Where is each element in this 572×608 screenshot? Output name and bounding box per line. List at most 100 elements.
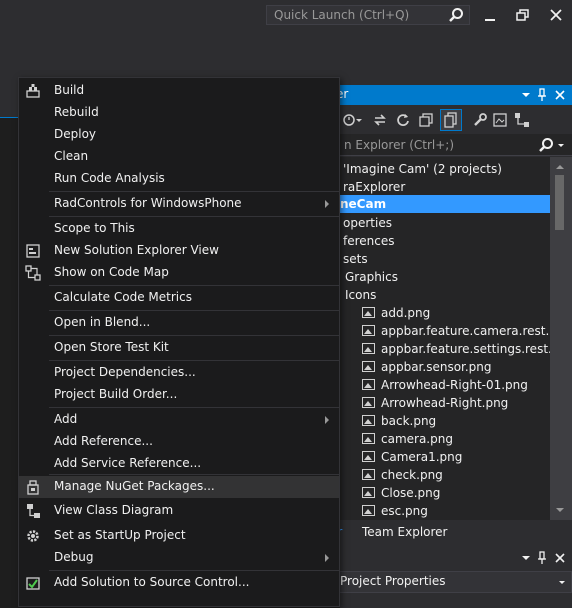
solution-explorer-header: er	[330, 85, 572, 105]
tree-item[interactable]: Arrowhead-Right.png	[330, 394, 550, 412]
tree-item[interactable]: sets	[330, 250, 550, 268]
menu-item-label: Deploy	[54, 127, 97, 141]
menu-item-add-reference[interactable]: Add Reference...	[19, 431, 339, 453]
tree-item-label: esc.png	[381, 504, 428, 518]
menu-separator	[49, 360, 339, 361]
quick-launch-input[interactable]: Quick Launch (Ctrl+Q)	[266, 5, 470, 25]
properties-wrench-icon[interactable]	[472, 112, 488, 128]
solution-explorer-toolbar	[330, 106, 572, 134]
tree-item[interactable]: back.png	[330, 412, 550, 430]
menu-item-view-class-diagram[interactable]: View Class Diagram	[19, 500, 339, 522]
menu-item-rebuild[interactable]: Rebuild	[19, 102, 339, 124]
properties-object-selector[interactable]: Project Properties	[330, 571, 572, 593]
tree-item[interactable]: operties	[330, 214, 550, 232]
tree-item[interactable]: Arrowhead-Right-01.png	[330, 376, 550, 394]
tab-team-explorer[interactable]: Team Explorer	[362, 521, 448, 543]
menu-item-add-solution-to-source-control[interactable]: Add Solution to Source Control...	[19, 572, 339, 594]
tree-item[interactable]: add.png	[330, 304, 550, 322]
menu-item-project-dependencies[interactable]: Project Dependencies...	[19, 362, 339, 384]
menu-item-calculate-code-metrics[interactable]: Calculate Code Metrics	[19, 287, 339, 309]
menu-item-new-solution-explorer-view[interactable]: New Solution Explorer View	[19, 240, 339, 262]
tree-item[interactable]: ferences	[330, 232, 550, 250]
menu-item-open-in-blend[interactable]: Open in Blend...	[19, 312, 339, 334]
tree-item-label: appbar.sensor.png	[381, 360, 492, 374]
code-map-icon	[25, 265, 41, 281]
menu-item-debug[interactable]: Debug	[19, 547, 339, 569]
tree-item[interactable]: appbar.feature.settings.rest.png	[330, 340, 550, 358]
minimize-icon[interactable]	[475, 2, 505, 28]
preview-icon[interactable]	[492, 112, 508, 128]
pin-icon[interactable]	[534, 87, 550, 103]
menu-item-show-on-code-map[interactable]: Show on Code Map	[19, 262, 339, 284]
tree-item-label: Camera1.png	[381, 450, 463, 464]
collapse-all-icon[interactable]	[418, 112, 434, 128]
menu-item-label: New Solution Explorer View	[54, 243, 219, 257]
tree-item-selected[interactable]: neCam	[330, 195, 550, 213]
tree-item[interactable]: 'Imagine Cam' (2 projects)	[330, 160, 550, 178]
properties-header	[330, 548, 572, 568]
solution-explorer-search[interactable]: n Explorer (Ctrl+;)	[330, 134, 572, 156]
tree-item[interactable]: Close.png	[330, 484, 550, 502]
restore-icon[interactable]	[508, 2, 538, 28]
tree-item-label: ferences	[343, 234, 395, 248]
dropdown-icon[interactable]	[518, 87, 534, 103]
tree-item[interactable]: appbar.feature.camera.rest.png	[330, 322, 550, 340]
show-all-files-icon[interactable]	[440, 109, 462, 131]
vertical-scrollbar[interactable]	[550, 157, 572, 520]
tree-item[interactable]: camera.png	[330, 430, 550, 448]
scroll-up-icon[interactable]	[555, 162, 565, 172]
menu-item-label: Add Reference...	[54, 434, 153, 448]
menu-item-project-build-order[interactable]: Project Build Order...	[19, 384, 339, 406]
class-view-icon[interactable]	[514, 112, 530, 128]
menu-item-add[interactable]: Add	[19, 409, 339, 431]
submenu-arrow-icon	[325, 554, 329, 562]
search-icon[interactable]	[448, 7, 464, 23]
menu-item-manage-nuget-packages[interactable]: Manage NuGet Packages...	[19, 476, 339, 498]
menu-item-label: Set as StartUp Project	[54, 528, 186, 542]
chevron-down-icon[interactable]	[355, 112, 363, 128]
tree-item-label: camera.png	[381, 432, 453, 446]
scrollbar-thumb[interactable]	[555, 175, 564, 230]
tree-item[interactable]: raExplorer	[330, 178, 550, 196]
tree-item-label: Close.png	[381, 486, 441, 500]
tree-item[interactable]: Graphics	[330, 268, 550, 286]
tree-item[interactable]: Camera1.png	[330, 448, 550, 466]
menu-item-scope-to-this[interactable]: Scope to This	[19, 218, 339, 240]
menu-separator	[49, 407, 339, 408]
history-icon[interactable]	[340, 112, 356, 128]
tree-item-label: add.png	[381, 306, 431, 320]
menu-item-build[interactable]: Build	[19, 80, 339, 102]
menu-item-radcontrols-for-windowsphone[interactable]: RadControls for WindowsPhone	[19, 193, 339, 215]
menu-item-set-as-startup-project[interactable]: Set as StartUp Project	[19, 525, 339, 547]
menu-item-label: Run Code Analysis	[54, 171, 165, 185]
sync-icon[interactable]	[372, 112, 388, 128]
submenu-arrow-icon	[325, 416, 329, 424]
tree-item[interactable]: esc.png	[330, 502, 550, 520]
tree-item[interactable]: check.png	[330, 466, 550, 484]
menu-item-add-service-reference[interactable]: Add Service Reference...	[19, 453, 339, 475]
tree-item-label: appbar.feature.camera.rest.png	[381, 324, 550, 338]
tree-item[interactable]: Icons	[330, 286, 550, 304]
menu-item-label: Project Dependencies...	[54, 365, 196, 379]
refresh-icon[interactable]	[395, 112, 411, 128]
close-icon[interactable]	[541, 2, 571, 28]
scroll-down-icon[interactable]	[555, 505, 565, 515]
chevron-down-icon[interactable]	[557, 577, 567, 589]
menu-item-deploy[interactable]: Deploy	[19, 124, 339, 146]
chevron-down-icon[interactable]	[556, 137, 566, 153]
dropdown-icon[interactable]	[518, 550, 534, 566]
gear-icon	[25, 528, 41, 544]
tree-item-label: Icons	[345, 288, 377, 302]
menu-item-label: Manage NuGet Packages...	[54, 479, 215, 493]
search-icon[interactable]	[538, 137, 554, 153]
image-file-icon	[362, 487, 375, 498]
close-panel-icon[interactable]	[552, 87, 568, 103]
menu-item-clean[interactable]: Clean	[19, 146, 339, 168]
pin-icon[interactable]	[534, 550, 550, 566]
image-file-icon	[362, 379, 375, 390]
menu-item-run-code-analysis[interactable]: Run Code Analysis	[19, 168, 339, 190]
menu-item-label: Show on Code Map	[54, 265, 169, 279]
close-panel-icon[interactable]	[552, 550, 568, 566]
tree-item[interactable]: appbar.sensor.png	[330, 358, 550, 376]
menu-item-open-store-test-kit[interactable]: Open Store Test Kit	[19, 337, 339, 359]
